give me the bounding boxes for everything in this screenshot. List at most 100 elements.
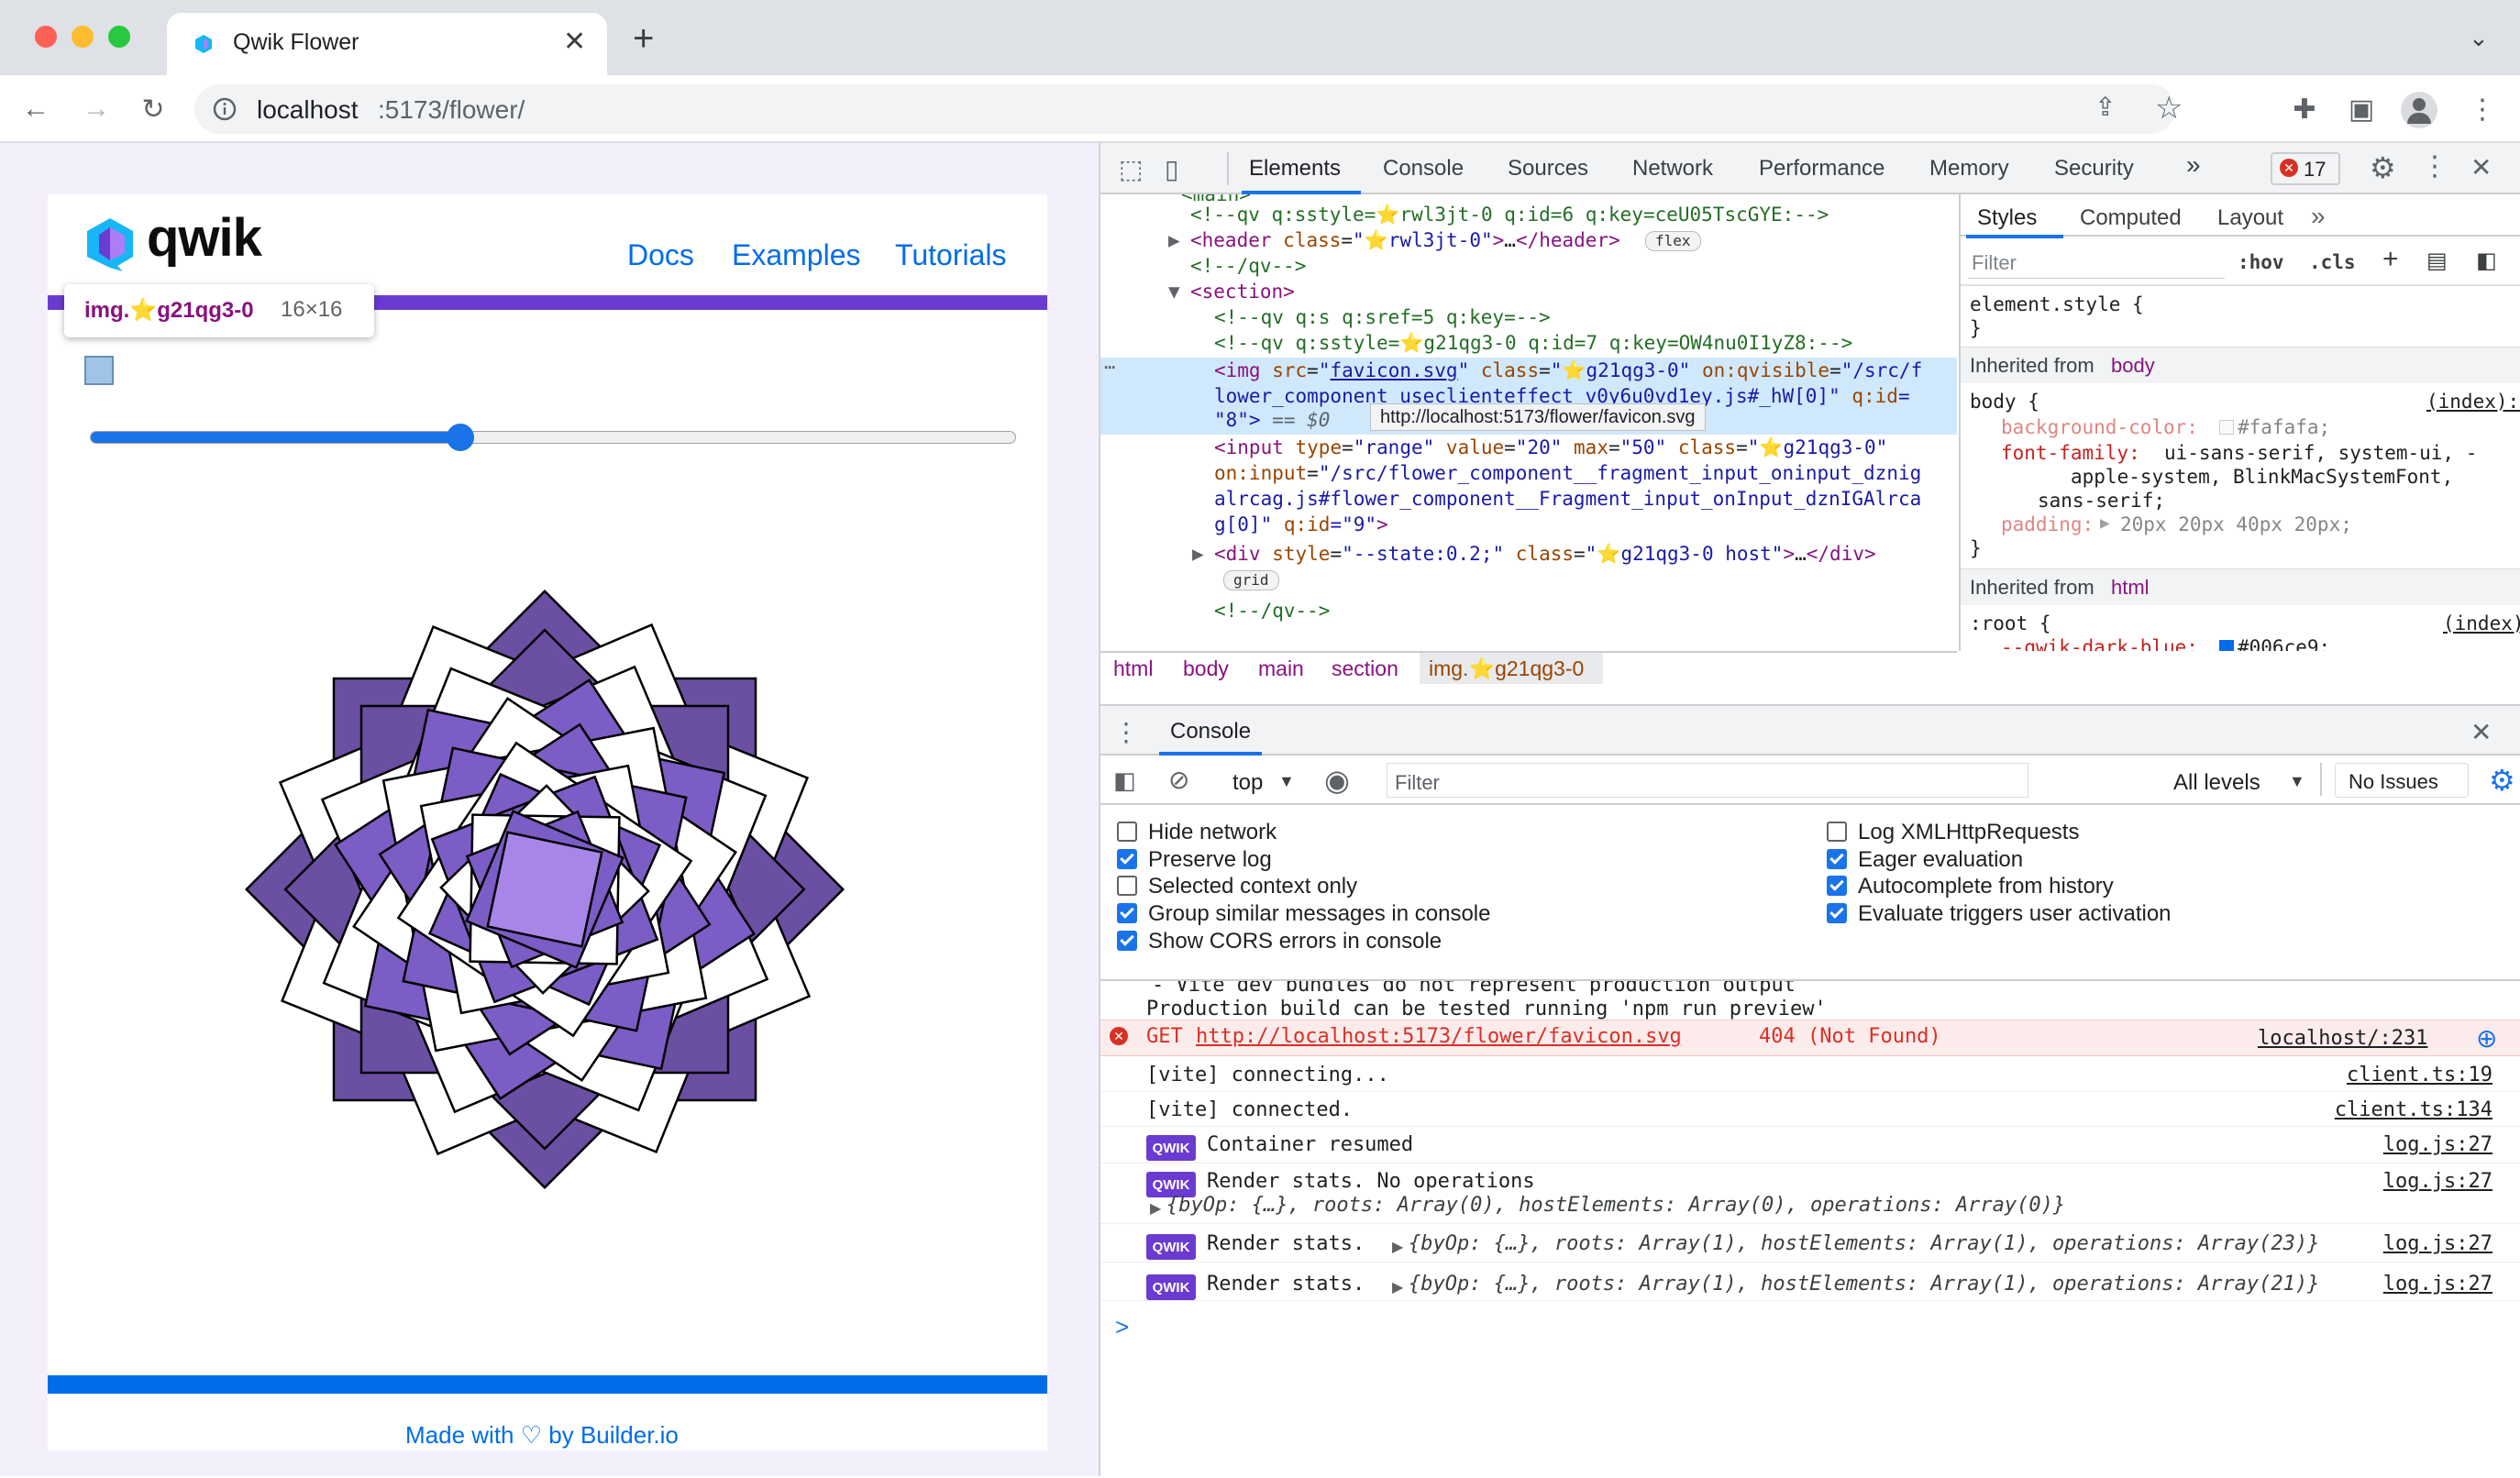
expand-arrow-icon[interactable]: ▶	[1168, 227, 1180, 253]
devtools-menu-icon[interactable]: ⋮	[2421, 150, 2448, 182]
setting-checkbox[interactable]	[1827, 822, 1847, 842]
crumb-section[interactable]: section	[1332, 656, 1398, 681]
reload-icon[interactable]: ↻	[136, 92, 171, 127]
dom-line[interactable]: <!--qv q:s q:sref=5 q:key=-->	[1214, 304, 1551, 330]
log-levels-dropdown[interactable]: All levels	[2173, 770, 2260, 796]
dom-line[interactable]: <!--qv q:sstyle=⭐rwl3jt-0 q:id=6 q:key=c…	[1190, 202, 1829, 227]
crumb-main[interactable]: main	[1258, 656, 1304, 681]
console-prompt[interactable]: >	[1115, 1313, 1129, 1341]
padding-prop[interactable]: padding:	[2001, 513, 2094, 535]
clear-console-icon[interactable]: ⊘	[1168, 765, 1189, 795]
tab-security[interactable]: Security	[2054, 156, 2134, 182]
inherited-html-link[interactable]: html	[2111, 576, 2150, 600]
setting-label[interactable]: Evaluate triggers user activation	[1858, 901, 2172, 927]
dom-line[interactable]: <!--qv q:sstyle=⭐g21qg3-0 q:id=7 q:key=O…	[1214, 330, 1852, 356]
tab-search-icon[interactable]: ⌄	[2469, 24, 2489, 52]
setting-checkbox[interactable]	[1117, 930, 1137, 951]
crumb-img[interactable]: img.⭐g21qg3-0	[1429, 656, 1584, 681]
drawer-menu-icon[interactable]: ⋮	[1113, 717, 1139, 747]
expand-arrow-icon[interactable]: ▶	[1392, 1238, 1403, 1256]
issues-button[interactable]: No Issues	[2335, 763, 2469, 798]
browser-menu-icon[interactable]: ⋮	[2465, 92, 2500, 127]
qwik-logo-icon[interactable]	[83, 216, 138, 273]
setting-label[interactable]: Log XMLHttpRequests	[1858, 820, 2079, 845]
setting-checkbox[interactable]	[1827, 848, 1847, 869]
setting-label[interactable]: Autocomplete from history	[1858, 874, 2114, 899]
console-object[interactable]: {byOp: {…}, roots: Array(1), hostElement…	[1409, 1273, 2319, 1296]
close-drawer-icon[interactable]: ✕	[2470, 717, 2492, 747]
console-filter-input[interactable]: Filter	[1387, 763, 2028, 798]
tab-sources[interactable]: Sources	[1508, 156, 1588, 182]
close-window-button[interactable]	[35, 26, 57, 48]
range-track[interactable]	[90, 431, 1016, 444]
root-rule-source[interactable]: (index):9	[2443, 612, 2520, 634]
expand-arrow-icon[interactable]: ▶	[2100, 515, 2110, 531]
setting-checkbox[interactable]	[1117, 876, 1137, 897]
setting-checkbox[interactable]	[1117, 848, 1137, 869]
footer-credit[interactable]: Made with ♡ by Builder.io	[405, 1421, 679, 1450]
toggle-sidebar-icon[interactable]: ◧	[2476, 248, 2497, 274]
forward-arrow-icon[interactable]: →	[79, 92, 114, 127]
console-settings-gear-icon[interactable]: ⚙	[2489, 763, 2515, 798]
expand-arrow-icon[interactable]: ▶	[1192, 541, 1204, 567]
padding-value[interactable]: 20px 20px 40px 20px;	[2120, 513, 2352, 535]
hov-toggle[interactable]: :hov	[2238, 251, 2284, 273]
log-source-link[interactable]: log.js:27	[2383, 1273, 2492, 1296]
crumb-body[interactable]: body	[1183, 656, 1229, 681]
inspect-element-icon[interactable]: ⬚	[1119, 154, 1143, 184]
new-tab-button[interactable]: +	[633, 18, 654, 60]
nav-tutorials[interactable]: Tutorials	[895, 238, 1007, 272]
error-counter[interactable]: ✕ 17	[2271, 152, 2340, 185]
setting-checkbox[interactable]	[1117, 903, 1137, 924]
root-rule-selector[interactable]: :root {	[1970, 612, 2051, 634]
close-devtools-icon[interactable]: ✕	[2470, 152, 2492, 182]
address-bar[interactable]: localhost :5173/flower/ ☆ ⇪	[194, 84, 2183, 134]
log-source-link[interactable]: log.js:27	[2383, 1170, 2492, 1193]
color-swatch[interactable]	[2219, 420, 2234, 435]
tab-network[interactable]: Network	[1632, 156, 1713, 182]
live-expression-eye-icon[interactable]: ◉	[1324, 763, 1350, 798]
console-object[interactable]: {byOp: {…}, roots: Array(1), hostElement…	[1409, 1232, 2319, 1255]
device-toolbar-icon[interactable]: ▯	[1165, 154, 1178, 184]
back-arrow-icon[interactable]: ←	[18, 92, 53, 127]
bg-color-value[interactable]: #fafafa;	[2238, 416, 2330, 438]
tab-computed[interactable]: Computed	[2080, 205, 2182, 231]
bg-color-prop[interactable]: background-color:	[2001, 416, 2198, 438]
error-url-link[interactable]: http://localhost:5173/flower/favicon.svg	[1196, 1025, 1682, 1048]
body-rule-selector[interactable]: body {	[1970, 391, 2039, 413]
css-var-value[interactable]: #006ce9;	[2238, 636, 2330, 651]
node-actions-icon[interactable]: ⋯	[1104, 356, 1115, 378]
sidebar-toggle-icon[interactable]: ◧	[1113, 767, 1136, 795]
range-slider-thumb[interactable]	[447, 424, 474, 451]
tab-elements[interactable]: Elements	[1249, 156, 1341, 182]
more-panes-icon[interactable]: »	[2311, 202, 2326, 231]
color-swatch[interactable]	[2219, 640, 2234, 651]
dom-line[interactable]: <!--/qv-->	[1190, 253, 1306, 279]
log-source-link[interactable]: log.js:27	[2383, 1232, 2492, 1255]
log-source-link[interactable]: log.js:27	[2383, 1133, 2492, 1156]
grid-badge[interactable]: grid	[1223, 570, 1279, 590]
drawer-tab-console[interactable]: Console	[1170, 719, 1251, 745]
font-family-value[interactable]: ui-sans-serif, system-ui, -	[2164, 442, 2477, 464]
log-source-link[interactable]: client.ts:134	[2335, 1098, 2492, 1121]
console-object[interactable]: {byOp: {…}, roots: Array(0), hostElement…	[1166, 1194, 2065, 1217]
dom-line-header[interactable]: <header class="⭐rwl3jt-0">…</header>	[1190, 227, 1620, 253]
close-tab-icon[interactable]: ✕	[563, 26, 586, 58]
setting-checkbox[interactable]	[1827, 903, 1847, 924]
setting-label[interactable]: Preserve log	[1148, 847, 1272, 873]
bookmark-star-icon[interactable]: ☆	[2155, 90, 2183, 127]
setting-label[interactable]: Hide network	[1148, 820, 1277, 845]
nav-examples[interactable]: Examples	[732, 238, 861, 272]
setting-label[interactable]: Show CORS errors in console	[1148, 929, 1442, 954]
more-tabs-icon[interactable]: »	[2186, 150, 2201, 180]
tab-styles[interactable]: Styles	[1977, 205, 2037, 231]
profile-avatar[interactable]	[2401, 92, 2437, 128]
inherited-body-link[interactable]: body	[2111, 354, 2155, 378]
log-source-link[interactable]: client.ts:19	[2347, 1064, 2492, 1086]
minimize-window-button[interactable]	[72, 26, 94, 48]
setting-label[interactable]: Eager evaluation	[1858, 847, 2023, 873]
cls-toggle[interactable]: .cls	[2309, 251, 2356, 273]
info-icon[interactable]	[213, 97, 237, 121]
settings-gear-icon[interactable]: ⚙	[2370, 150, 2396, 185]
side-panel-icon[interactable]: ▣	[2344, 92, 2379, 127]
